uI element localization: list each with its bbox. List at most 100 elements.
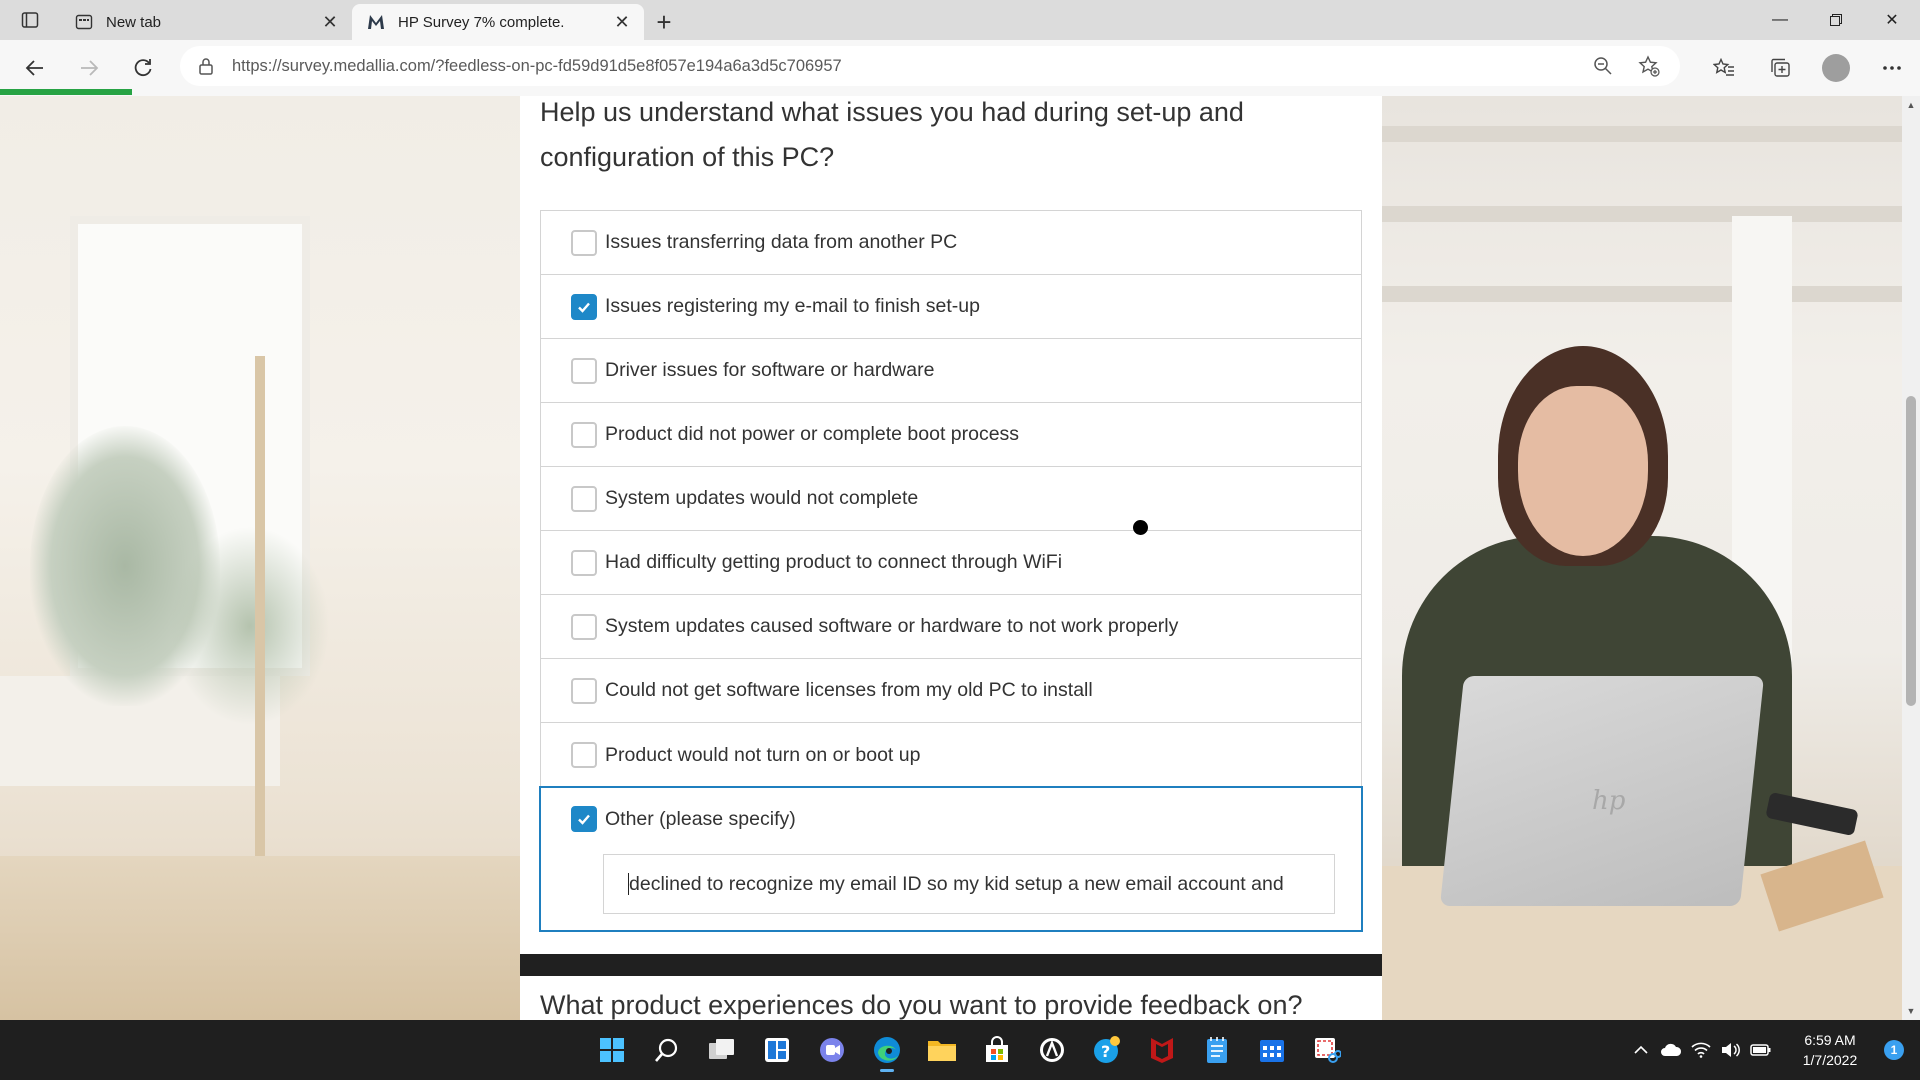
- windows-start-icon[interactable]: [584, 1026, 639, 1074]
- help-icon[interactable]: ?: [1079, 1026, 1134, 1074]
- tab-actions-button[interactable]: [0, 0, 60, 40]
- collections-button[interactable]: [1752, 48, 1808, 88]
- refresh-button[interactable]: [116, 48, 170, 88]
- taskbar-apps: ?: [584, 1020, 1354, 1080]
- forward-button[interactable]: [62, 48, 116, 88]
- checkbox-options-list: Issues transferring data from another PC…: [540, 210, 1362, 788]
- zoom-button[interactable]: [1580, 46, 1626, 86]
- scroll-down-arrow-icon[interactable]: ▼: [1902, 1002, 1920, 1020]
- new-tab-button[interactable]: +: [644, 4, 684, 40]
- restore-button[interactable]: [1808, 0, 1864, 40]
- url-text[interactable]: https://survey.medallia.com/?feedless-on…: [232, 57, 842, 76]
- checkmark-icon: [578, 302, 590, 313]
- close-tab-button[interactable]: ✕: [610, 10, 634, 34]
- option-row[interactable]: Could not get software licenses from my …: [541, 659, 1361, 723]
- wifi-icon[interactable]: [1686, 1030, 1716, 1070]
- taskbar-clock[interactable]: 6:59 AM 1/7/2022: [1784, 1030, 1876, 1070]
- star-add-icon: [1638, 55, 1660, 77]
- close-tab-button[interactable]: ✕: [318, 10, 342, 34]
- mcafee-icon[interactable]: [1134, 1026, 1189, 1074]
- notepad-icon[interactable]: [1189, 1026, 1244, 1074]
- checkbox[interactable]: [571, 421, 597, 448]
- option-label[interactable]: System updates would not complete: [605, 487, 918, 510]
- option-row[interactable]: Driver issues for software or hardware: [541, 339, 1361, 403]
- scroll-up-arrow-icon[interactable]: ▲: [1902, 96, 1920, 114]
- calendar-icon[interactable]: [1244, 1026, 1299, 1074]
- clock-date: 1/7/2022: [1802, 1052, 1858, 1068]
- search-icon[interactable]: [639, 1026, 694, 1074]
- windows-taskbar: ? 6:59 AM 1/7/2022 1: [0, 1020, 1920, 1080]
- checkbox[interactable]: [571, 485, 597, 512]
- tab-actions-icon: [21, 12, 39, 28]
- notification-badge[interactable]: 1: [1884, 1040, 1904, 1060]
- mouse-cursor: [1133, 520, 1148, 535]
- back-button[interactable]: [8, 48, 62, 88]
- checkbox[interactable]: [571, 357, 597, 384]
- teams-chat-icon[interactable]: [804, 1026, 859, 1074]
- option-row[interactable]: Issues registering my e-mail to finish s…: [541, 275, 1361, 339]
- app-circle-icon[interactable]: [1024, 1026, 1079, 1074]
- tab-hp-survey[interactable]: HP Survey 7% complete. ✕: [352, 4, 644, 40]
- checkbox[interactable]: [571, 742, 597, 768]
- widgets-icon[interactable]: [749, 1026, 804, 1074]
- option-label[interactable]: Had difficulty getting product to connec…: [605, 551, 1062, 574]
- address-bar[interactable]: https://survey.medallia.com/?feedless-on…: [180, 46, 1680, 86]
- snipping-icon[interactable]: [1299, 1026, 1354, 1074]
- option-label[interactable]: System updates caused software or hardwa…: [605, 615, 1178, 638]
- checkbox[interactable]: [571, 677, 597, 704]
- page-scrollbar[interactable]: ▲ ▼: [1902, 96, 1920, 1020]
- option-label[interactable]: Could not get software licenses from my …: [605, 679, 1093, 702]
- minimize-button[interactable]: —: [1752, 0, 1808, 40]
- option-row[interactable]: Issues transferring data from another PC: [541, 211, 1361, 275]
- option-row-other[interactable]: Other (please specify): [571, 806, 796, 832]
- file-explorer-icon[interactable]: [914, 1026, 969, 1074]
- battery-icon[interactable]: [1746, 1030, 1776, 1070]
- checkbox[interactable]: [571, 549, 597, 576]
- profile-avatar[interactable]: [1822, 54, 1850, 82]
- more-dots-icon: [1883, 66, 1901, 70]
- checkbox[interactable]: [571, 229, 597, 256]
- background-woman-laptop-photo: hp: [1382, 96, 1902, 1020]
- option-label[interactable]: Product did not power or complete boot p…: [605, 423, 1019, 446]
- clock-time: 6:59 AM: [1804, 1032, 1856, 1048]
- other-input-value[interactable]: declined to recognize my email ID so my …: [629, 873, 1284, 896]
- checkmark-icon: [578, 814, 590, 825]
- task-view-icon[interactable]: [694, 1026, 749, 1074]
- favorites-icon: [1713, 58, 1734, 76]
- other-option-box[interactable]: Other (please specify) declined to recog…: [539, 786, 1363, 932]
- edge-icon[interactable]: [859, 1026, 914, 1074]
- option-row[interactable]: Product did not power or complete boot p…: [541, 403, 1361, 467]
- onedrive-cloud-icon[interactable]: [1656, 1030, 1686, 1070]
- settings-menu-button[interactable]: [1864, 48, 1920, 88]
- collections-icon: [1771, 58, 1790, 77]
- close-window-button[interactable]: ✕: [1864, 0, 1920, 40]
- option-row[interactable]: System updates would not complete: [541, 467, 1361, 531]
- forward-arrow-icon: [81, 60, 99, 76]
- volume-icon[interactable]: [1716, 1030, 1746, 1070]
- option-label[interactable]: Product would not turn on or boot up: [605, 744, 920, 767]
- option-label[interactable]: Driver issues for software or hardware: [605, 359, 934, 382]
- tab-bar: New tab ✕ HP Survey 7% complete. ✕ + — ✕: [0, 0, 1920, 40]
- next-question-card: What product experiences do you want to …: [520, 976, 1382, 1020]
- option-row[interactable]: Product would not turn on or boot up: [541, 723, 1361, 787]
- other-specify-input[interactable]: declined to recognize my email ID so my …: [603, 854, 1335, 914]
- option-label[interactable]: Issues registering my e-mail to finish s…: [605, 295, 980, 318]
- option-label[interactable]: Issues transferring data from another PC: [605, 231, 957, 254]
- favorites-button[interactable]: [1696, 48, 1752, 88]
- survey-question-card: Help us understand what issues you had d…: [520, 96, 1382, 954]
- add-favorite-button[interactable]: [1626, 46, 1672, 86]
- chevron-up-icon[interactable]: [1626, 1030, 1656, 1070]
- store-icon[interactable]: [969, 1026, 1024, 1074]
- lock-icon[interactable]: [198, 57, 216, 75]
- checkbox-checked[interactable]: [571, 806, 597, 832]
- address-bar-actions: [1580, 46, 1672, 86]
- scroll-thumb[interactable]: [1906, 396, 1916, 706]
- option-row[interactable]: System updates caused software or hardwa…: [541, 595, 1361, 659]
- other-option-label[interactable]: Other (please specify): [605, 808, 796, 831]
- page-viewport: hp Help us understand what issues you ha…: [0, 96, 1902, 1020]
- checkbox[interactable]: [571, 613, 597, 640]
- option-row[interactable]: Had difficulty getting product to connec…: [541, 531, 1361, 595]
- checkbox-checked[interactable]: [571, 293, 597, 320]
- tab-title: New tab: [106, 13, 162, 31]
- tab-new-tab[interactable]: New tab ✕: [60, 4, 352, 40]
